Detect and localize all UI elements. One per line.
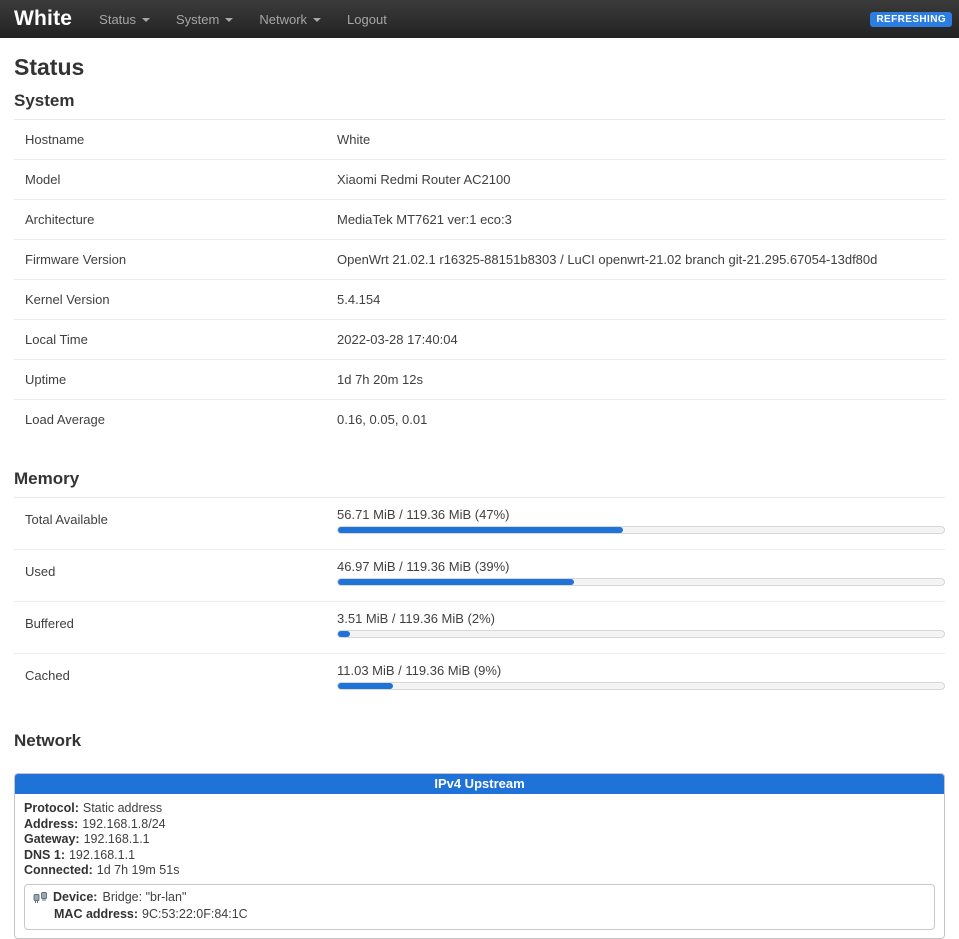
row-value: 1d 7h 20m 12s [337,360,945,399]
row-label: Architecture [14,200,337,239]
row-label: Uptime [14,360,337,399]
nav-item-network[interactable]: Network [246,0,334,38]
row-value: 5.4.154 [337,280,945,319]
progress-bar [337,630,945,638]
table-row: Local Time 2022-03-28 17:40:04 [14,320,945,360]
row-label: Buffered [14,602,337,653]
field-value: 192.168.1.1 [84,832,150,846]
memory-usage-text: 11.03 MiB / 119.36 MiB (9%) [337,663,945,678]
table-row: Hostname White [14,120,945,160]
upstream-field: Address: 192.168.1.8/24 [24,817,935,833]
section-heading-system: System [14,91,945,120]
field-value: 192.168.1.8/24 [82,817,165,831]
row-value: 3.51 MiB / 119.36 MiB (2%) [337,602,945,653]
row-value: 2022-03-28 17:40:04 [337,320,945,359]
row-value: 56.71 MiB / 119.36 MiB (47%) [337,498,945,549]
field-value: 1d 7h 19m 51s [97,863,180,877]
table-row: Uptime 1d 7h 20m 12s [14,360,945,400]
progress-fill [338,527,623,533]
progress-bar [337,578,945,586]
nav-item-system[interactable]: System [163,0,246,38]
device-box: Device: Bridge: "br-lan" MAC address: 9C:… [24,884,935,930]
row-value: 0.16, 0.05, 0.01 [337,400,945,439]
row-label: Local Time [14,320,337,359]
row-label: Total Available [14,498,337,549]
section-heading-memory: Memory [14,469,945,498]
row-value: OpenWrt 21.02.1 r16325-88151b8303 / LuCI… [337,240,945,279]
row-label: Kernel Version [14,280,337,319]
table-row: Model Xiaomi Redmi Router AC2100 [14,160,945,200]
upstream-field: DNS 1: 192.168.1.1 [24,848,935,864]
refreshing-badge[interactable]: REFRESHING [870,12,952,27]
table-row: Architecture MediaTek MT7621 ver:1 eco:3 [14,200,945,240]
memory-usage-text: 56.71 MiB / 119.36 MiB (47%) [337,507,945,522]
ipv4-upstream-box: IPv4 Upstream Protocol: Static address Ad… [14,773,945,939]
field-label: Gateway: [24,832,80,846]
field-label: Connected: [24,863,93,877]
ethernet-icon [33,891,48,904]
progress-fill [338,631,350,637]
memory-table: Total Available 56.71 MiB / 119.36 MiB (… [14,498,945,705]
brand-link[interactable]: White [0,7,86,31]
upstream-field: Protocol: Static address [24,801,935,817]
memory-row: Used 46.97 MiB / 119.36 MiB (39%) [14,550,945,602]
progress-fill [338,683,393,689]
field-value: 192.168.1.1 [69,848,135,862]
progress-bar [337,682,945,690]
nav-item-label: Logout [347,12,387,27]
table-row: Load Average 0.16, 0.05, 0.01 [14,400,945,439]
row-label: Hostname [14,120,337,159]
row-label: Load Average [14,400,337,439]
row-label: Model [14,160,337,199]
caret-down-icon [142,18,150,22]
row-value: Xiaomi Redmi Router AC2100 [337,160,945,199]
row-label: Used [14,550,337,601]
row-label: Firmware Version [14,240,337,279]
system-table: Hostname White Model Xiaomi Redmi Router… [14,120,945,439]
device-mac-line: MAC address: 9C:53:22:0F:84:1C [33,906,926,923]
progress-bar [337,526,945,534]
device-label: Device: [53,889,97,906]
nav-item-label: Status [99,12,136,27]
nav-item-logout[interactable]: Logout [334,0,400,38]
caret-down-icon [313,18,321,22]
progress-fill [338,579,574,585]
nav-item-label: System [176,12,219,27]
section-heading-network: Network [14,731,945,759]
nav-item-label: Network [259,12,307,27]
field-label: Protocol: [24,801,79,815]
nav-item-status[interactable]: Status [86,0,163,38]
row-value: MediaTek MT7621 ver:1 eco:3 [337,200,945,239]
memory-usage-text: 46.97 MiB / 119.36 MiB (39%) [337,559,945,574]
row-value: 46.97 MiB / 119.36 MiB (39%) [337,550,945,601]
navbar: White Status System Network Logout REFRE… [0,0,959,38]
device-value: Bridge: "br-lan" [102,889,186,906]
caret-down-icon [225,18,233,22]
field-label: Address: [24,817,78,831]
mac-label: MAC address: [54,907,138,921]
main-content: Status System Hostname White Model Xiaom… [0,54,959,939]
row-label: Cached [14,654,337,705]
row-value: 11.03 MiB / 119.36 MiB (9%) [337,654,945,705]
ipv4-upstream-body: Protocol: Static address Address: 192.168.… [15,794,944,938]
ipv4-upstream-title: IPv4 Upstream [15,774,944,794]
memory-row: Cached 11.03 MiB / 119.36 MiB (9%) [14,654,945,705]
table-row: Kernel Version 5.4.154 [14,280,945,320]
row-value: White [337,120,945,159]
mac-value: 9C:53:22:0F:84:1C [142,907,248,921]
upstream-field: Gateway: 192.168.1.1 [24,832,935,848]
upstream-field: Connected: 1d 7h 19m 51s [24,863,935,879]
memory-usage-text: 3.51 MiB / 119.36 MiB (2%) [337,611,945,626]
field-label: DNS 1: [24,848,65,862]
memory-row: Total Available 56.71 MiB / 119.36 MiB (… [14,498,945,550]
table-row: Firmware Version OpenWrt 21.02.1 r16325-… [14,240,945,280]
field-value: Static address [83,801,162,815]
device-line: Device: Bridge: "br-lan" [33,889,926,906]
page-title: Status [14,54,945,81]
memory-row: Buffered 3.51 MiB / 119.36 MiB (2%) [14,602,945,654]
